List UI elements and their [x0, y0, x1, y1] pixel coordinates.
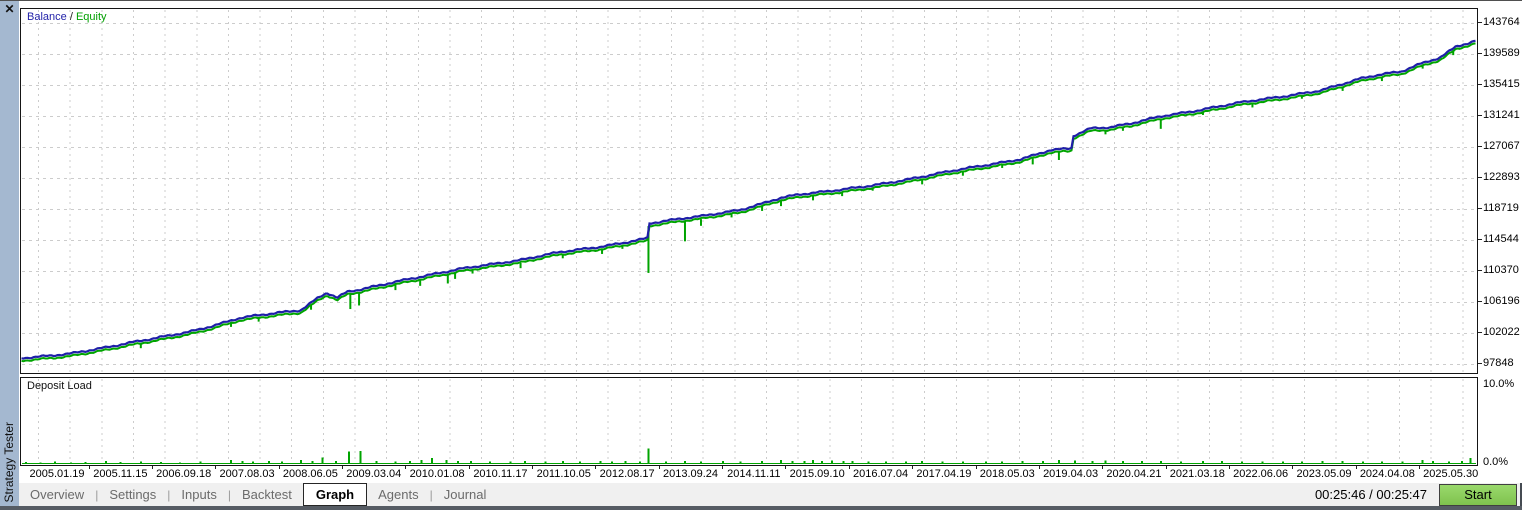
- y-tick-mark: [1478, 22, 1482, 23]
- x-tick-label: 2017.04.19: [916, 468, 972, 480]
- x-tick-label: 2020.04.21: [1106, 468, 1162, 480]
- tab-overview[interactable]: Overview: [19, 483, 95, 506]
- x-tick-mark: [1356, 466, 1357, 469]
- y-tick-label: 139589: [1483, 47, 1520, 60]
- deposit-load-chart[interactable]: Deposit Load: [20, 377, 1478, 466]
- x-tick-mark: [1039, 466, 1040, 469]
- x-tick-mark: [469, 466, 470, 469]
- y-tick-mark: [1478, 270, 1482, 271]
- balance-equity-chart[interactable]: Balance / Equity: [20, 8, 1478, 374]
- x-tick-mark: [1229, 466, 1230, 469]
- legend-equity-label: Equity: [75, 11, 107, 23]
- x-tick-label: 2016.07.04: [853, 468, 909, 480]
- x-tick-label: 2011.10.05: [536, 468, 591, 480]
- sidebar-title: Strategy Tester: [2, 421, 16, 502]
- start-button[interactable]: Start: [1439, 483, 1517, 506]
- y-tick-label: 135415: [1483, 78, 1520, 91]
- x-tick-mark: [1292, 466, 1293, 469]
- tab-inputs[interactable]: Inputs: [170, 483, 227, 506]
- tab-backtest[interactable]: Backtest: [231, 483, 303, 506]
- y-tick-mark: [1478, 84, 1482, 85]
- x-tick-mark: [659, 466, 660, 469]
- y-tick-mark: [1478, 363, 1482, 364]
- x-tick-label: 2010.11.17: [473, 468, 528, 480]
- x-tick-label: 2025.05.30: [1423, 468, 1479, 480]
- y-tick-label: 122893: [1483, 171, 1520, 184]
- legend-separator: /: [66, 11, 76, 23]
- x-tick-mark: [912, 466, 913, 469]
- x-tick-mark: [849, 466, 850, 469]
- deposit-max-label: 10.0%: [1483, 378, 1515, 390]
- y-tick-mark: [1478, 239, 1482, 240]
- x-tick-mark: [279, 466, 280, 469]
- x-tick-mark: [1102, 466, 1103, 469]
- y-tick-label: 97848: [1483, 357, 1514, 370]
- legend-balance-label: Balance: [27, 11, 67, 23]
- tab-graph[interactable]: Graph: [302, 482, 368, 506]
- y-tick-mark: [1478, 115, 1482, 116]
- y-tick-mark: [1478, 332, 1482, 333]
- x-tick-mark: [1166, 466, 1167, 469]
- x-tick-label: 2014.11.11: [727, 468, 781, 480]
- x-tick-mark: [532, 466, 533, 469]
- y-tick-label: 102022: [1483, 326, 1520, 339]
- x-tick-label: 2021.03.18: [1169, 468, 1225, 480]
- x-tick-mark: [976, 466, 977, 469]
- y-tick-label: 118719: [1483, 202, 1519, 215]
- x-tick-label: 2007.08.03: [219, 468, 275, 480]
- tab-settings[interactable]: Settings: [98, 483, 167, 506]
- x-tick-label: 2013.09.24: [662, 468, 719, 480]
- y-tick-label: 127067: [1483, 140, 1520, 153]
- x-tick-label: 2005.01.19: [29, 468, 85, 480]
- x-tick-mark: [405, 466, 406, 469]
- deposit-load-plot: [22, 379, 1476, 465]
- x-tick-label: 2022.06.06: [1233, 468, 1289, 480]
- window-bottom-edge: [0, 506, 1522, 510]
- chart-legend: Balance / Equity: [27, 11, 107, 23]
- strategy-tester-sidebar: ✕ Strategy Tester: [0, 1, 19, 506]
- y-tick-mark: [1478, 53, 1482, 54]
- y-tick-label: 110370: [1483, 264, 1519, 277]
- x-tick-label: 2008.06.05: [282, 468, 338, 480]
- x-tick-mark: [722, 466, 723, 469]
- x-tick-mark: [342, 466, 343, 469]
- deposit-min-label: 0.0%: [1483, 456, 1509, 468]
- x-tick-label: 2010.01.08: [409, 468, 465, 480]
- elapsed-time: 00:25:46 / 00:25:47: [1314, 487, 1427, 502]
- x-tick-mark: [595, 466, 596, 469]
- x-tick-mark: [89, 466, 90, 469]
- x-tick-label: 2023.05.09: [1296, 468, 1352, 480]
- deposit-load-title: Deposit Load: [27, 380, 92, 392]
- y-tick-mark: [1478, 177, 1482, 178]
- balance-equity-plot: [21, 10, 1476, 372]
- x-tick-label: 2006.09.18: [156, 468, 212, 480]
- x-tick-label: 2024.04.08: [1359, 468, 1415, 480]
- tab-journal[interactable]: Journal: [433, 483, 498, 506]
- y-tick-label: 114544: [1483, 233, 1519, 246]
- tab-agents[interactable]: Agents: [367, 483, 429, 506]
- x-tick-label: 2012.08.17: [599, 468, 655, 480]
- y-tick-mark: [1478, 208, 1482, 209]
- y-tick-mark: [1478, 301, 1482, 302]
- x-tick-label: 2009.03.04: [346, 468, 402, 480]
- y-tick-label: 106196: [1483, 295, 1520, 308]
- x-tick-mark: [1419, 466, 1420, 469]
- x-tick-label: 2015.09.10: [789, 468, 845, 480]
- y-tick-label: 131241: [1483, 109, 1520, 122]
- y-tick-label: 143764: [1483, 16, 1520, 29]
- x-tick-label: 2018.05.03: [979, 468, 1035, 480]
- x-tick-mark: [215, 466, 216, 469]
- close-icon[interactable]: ✕: [2, 2, 17, 16]
- tester-tab-bar: Overview | Settings | Inputs | Backtest …: [19, 482, 1522, 506]
- y-tick-mark: [1478, 146, 1482, 147]
- x-tick-mark: [785, 466, 786, 469]
- x-tick-mark: [152, 466, 153, 469]
- x-tick-label: 2019.04.03: [1043, 468, 1099, 480]
- strategy-tester-window: ✕ Strategy Tester Balance / Equity Depos…: [0, 0, 1522, 510]
- x-tick-label: 2005.11.15: [93, 468, 148, 480]
